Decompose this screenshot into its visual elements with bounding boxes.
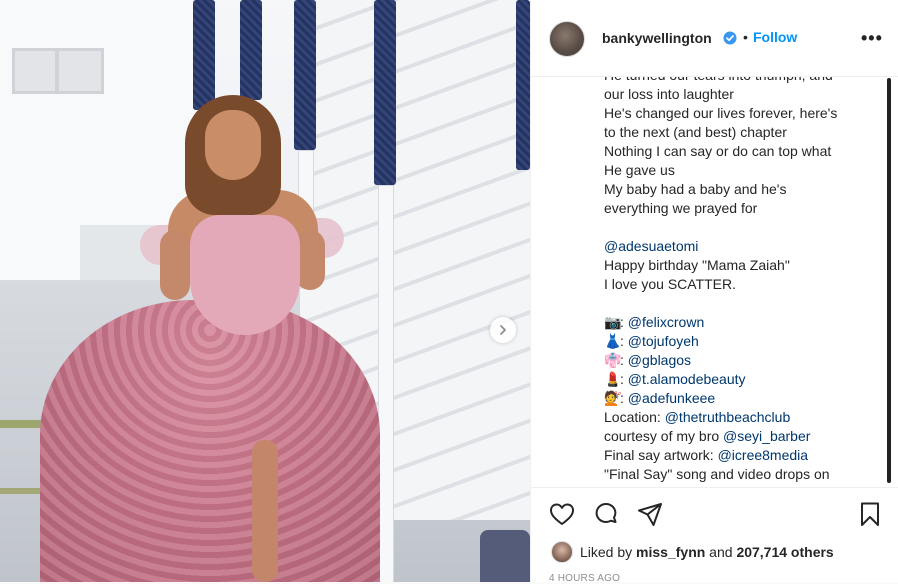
mention-link[interactable]: @adefunkeee: [628, 390, 715, 406]
caption-prefix: :: [620, 333, 628, 349]
caption-line: 📷: @felixcrown: [604, 313, 874, 332]
photo-pole: [516, 0, 530, 170]
mention-link[interactable]: @icree8media: [718, 447, 808, 463]
caption-text: Happy birthday "Mama Zaiah": [604, 257, 790, 273]
caption-text: everything we prayed for: [604, 200, 758, 216]
caption-text: He gave us: [604, 162, 675, 178]
likes-count-link[interactable]: 207,714 others: [736, 544, 833, 560]
heart-icon[interactable]: [548, 500, 576, 528]
share-icon[interactable]: [636, 500, 664, 528]
caption-line: [604, 294, 874, 313]
caption-emoji: 📷: [604, 314, 622, 330]
bookmark-icon[interactable]: [856, 500, 884, 528]
photo-window: [12, 48, 104, 94]
mention-link[interactable]: @t.alamodebeauty: [628, 371, 746, 387]
mention-link[interactable]: @gblagos: [628, 352, 691, 368]
likes-prefix: Liked by: [580, 544, 637, 560]
mention-link[interactable]: @thetruthbeachclub: [665, 409, 791, 425]
post-timestamp[interactable]: 4 HOURS AGO: [549, 573, 620, 584]
post-photo[interactable]: [0, 0, 530, 582]
comment-icon[interactable]: [592, 500, 620, 528]
caption-prefix: :: [620, 371, 628, 387]
more-options-icon[interactable]: •••: [861, 28, 883, 49]
photo-pole: [240, 0, 262, 100]
caption-text: our loss into laughter: [604, 86, 734, 102]
caption-line: 💄: @t.alamodebeauty: [604, 370, 874, 389]
caption-text: I love you SCATTER.: [604, 276, 737, 292]
caption-prefix: Final say artwork:: [604, 447, 718, 463]
caption-prefix: :: [620, 314, 628, 330]
caption-line: Final say artwork: @icree8media: [604, 446, 874, 465]
caption-line: 💇: @adefunkeee: [604, 389, 874, 408]
caption-prefix: :: [620, 390, 628, 406]
follow-button[interactable]: Follow: [753, 29, 797, 45]
photo-arm: [160, 230, 190, 300]
caption-line: to the next (and best) chapter: [604, 123, 874, 142]
photo-pole: [374, 0, 396, 185]
caption-text: Nothing I can say or do can top what: [604, 143, 832, 159]
caption-line: 👗: @tojufoyeh: [604, 332, 874, 351]
mention-link[interactable]: @seyi_barber: [723, 428, 810, 444]
caption-line: Location: @thetruthbeachclub: [604, 408, 874, 427]
photo-object: [480, 530, 530, 582]
mention-link[interactable]: @adesuaetomi: [604, 238, 698, 254]
post-side-panel: bankywellington • Follow ••• He turned o…: [530, 0, 898, 584]
caption-line: 👘: @gblagos: [604, 351, 874, 370]
next-photo-button[interactable]: [490, 317, 516, 343]
caption-line: Happy birthday "Mama Zaiah": [604, 256, 874, 275]
caption-line: He gave us: [604, 161, 874, 180]
caption-prefix: Location:: [604, 409, 665, 425]
liker-username-link[interactable]: miss_fynn: [636, 544, 705, 560]
caption-emoji: 💇: [604, 390, 622, 406]
photo-gown: [40, 300, 380, 582]
avatar[interactable]: [549, 21, 585, 57]
caption-emoji: 💄: [604, 371, 622, 387]
separator-dot: •: [743, 29, 748, 45]
caption-line: everything we prayed for: [604, 199, 874, 218]
caption-line: He's changed our lives forever, here's: [604, 104, 874, 123]
caption-line: [604, 218, 874, 237]
photo-rail: [378, 185, 394, 582]
caption-scrollbar[interactable]: [887, 78, 891, 483]
photo-pole: [193, 0, 215, 110]
caption-line: I love you SCATTER.: [604, 275, 874, 294]
caption-prefix: :: [620, 352, 628, 368]
photo-face: [205, 110, 261, 180]
photo-leg: [252, 440, 278, 582]
photo-bodice: [190, 215, 300, 335]
caption-line: Nothing I can say or do can top what: [604, 142, 874, 161]
likes-middle: and: [705, 544, 737, 560]
caption-prefix: courtesy of my bro: [604, 428, 724, 444]
caption-text: My baby had a baby and he's: [604, 181, 787, 197]
caption-line: @adesuaetomi: [604, 237, 874, 256]
caption-line: "Final Say" song and video drops on: [604, 465, 874, 484]
caption-line: My baby had a baby and he's: [604, 180, 874, 199]
liker-avatar[interactable]: [551, 541, 573, 563]
caption-text: He's changed our lives forever, here's: [604, 105, 838, 121]
caption-area: He turned our tears into triumph, andour…: [604, 66, 874, 486]
username-link[interactable]: bankywellington: [602, 30, 712, 46]
caption-emoji: 👗: [604, 333, 622, 349]
caption-line: our loss into laughter: [604, 85, 874, 104]
mention-link[interactable]: @tojufoyeh: [628, 333, 699, 349]
next-arrow-icon: [500, 325, 506, 335]
caption-text: to the next (and best) chapter: [604, 124, 787, 140]
caption-emoji: 👘: [604, 352, 622, 368]
mention-link[interactable]: @felixcrown: [628, 314, 704, 330]
likes-row: Liked by miss_fynn and 207,714 others: [531, 535, 898, 565]
photo-pole: [294, 0, 316, 150]
verified-badge-icon: [723, 31, 737, 45]
likes-text: Liked by miss_fynn and 207,714 others: [580, 544, 834, 560]
caption-line: courtesy of my bro @seyi_barber: [604, 427, 874, 446]
post-header: bankywellington • Follow •••: [531, 0, 898, 77]
caption-text: "Final Say" song and video drops on: [604, 466, 830, 482]
